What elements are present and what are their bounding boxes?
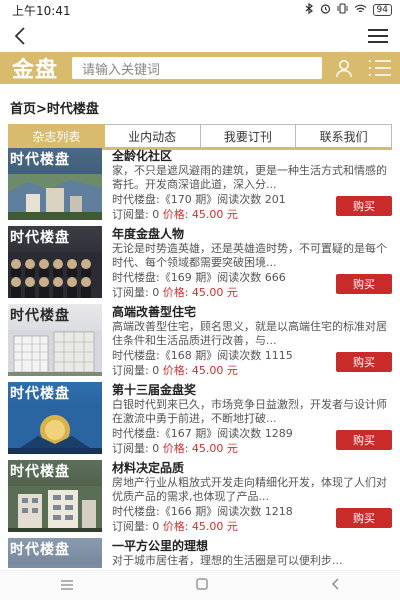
tab-magazine-list[interactable]: 杂志列表 (8, 124, 105, 148)
cover-masthead: 时代楼盘 (10, 542, 70, 558)
tab-industry-news[interactable]: 业内动态 (104, 124, 201, 148)
magazine-desc: 白银时代到来已久，市场竞争日益激烈，开发者与设计师在激流中勇于前进，不断地打破.… (112, 398, 387, 425)
price-value: 45.00 元 (191, 364, 238, 377)
list-item[interactable]: 时代楼盘 材料决定品质 房地产行业从粗放式开发走向精细化开发，体现了人们对优质产… (0, 458, 400, 536)
order-count: 订阅量: 0 (112, 442, 163, 455)
alarm-icon (320, 3, 331, 17)
price-label: 价格: (162, 208, 189, 221)
price-value: 45.00 元 (191, 442, 238, 455)
jinpan-logo: 金盘 (11, 57, 58, 83)
cover-masthead: 时代楼盘 (10, 386, 70, 402)
back-icon[interactable] (330, 576, 340, 595)
magazine-list: 时代楼盘 全龄化社区 家，不只是遮风避雨的建筑，更是一种生活方式和情感的寄托。开… (0, 146, 400, 568)
magazine-title: 年度金盘人物 (112, 227, 185, 241)
user-icon[interactable] (330, 55, 358, 81)
magazine-cover[interactable]: 时代楼盘 (8, 382, 102, 454)
list-item[interactable]: 时代楼盘 第十三届金盘奖 白银时代到来已久，市场竞争日益激烈，开发者与设计师在激… (0, 380, 400, 458)
status-icons: 94 (304, 2, 392, 17)
tab-subscribe[interactable]: 我要订刊 (200, 124, 297, 148)
buy-button[interactable]: 购买 (336, 508, 392, 528)
price-value: 45.00 元 (191, 208, 238, 221)
magazine-title: 材料决定品质 (112, 461, 185, 475)
buy-button[interactable]: 购买 (336, 196, 392, 216)
list-menu-icon[interactable] (366, 55, 394, 81)
cover-masthead: 时代楼盘 (10, 230, 70, 246)
list-item[interactable]: 时代楼盘 年度金盘人物 无论是时势造英雄，还是英雄造时势，不可置疑的是每个时代、… (0, 224, 400, 302)
magazine-desc: 高端改善型住宅，顾名思义，就是以高端住宅的标准对居住条件和生活品质进行改善，与.… (112, 320, 387, 347)
order-count: 订阅量: 0 (112, 286, 163, 299)
magazine-cover[interactable]: 时代楼盘 (8, 304, 102, 376)
buy-button[interactable]: 购买 (336, 274, 392, 294)
magazine-cover[interactable]: 时代楼盘 (8, 460, 102, 532)
magazine-title: 高端改善型住宅 (112, 305, 197, 319)
status-bar: 上午10:41 94 (0, 0, 400, 20)
price-label: 价格: (162, 442, 189, 455)
price-value: 45.00 元 (191, 286, 238, 299)
list-item[interactable]: 时代楼盘 全龄化社区 家，不只是遮风避雨的建筑，更是一种生活方式和情感的寄托。开… (0, 146, 400, 224)
price-label: 价格: (162, 364, 189, 377)
magazine-title: 全龄化社区 (112, 149, 173, 163)
brand-bar: 金盘 请输入关键词 (0, 52, 400, 84)
home-icon[interactable] (195, 576, 209, 595)
vibrate-icon (337, 3, 348, 17)
buy-button[interactable]: 购买 (336, 352, 392, 372)
order-count: 订阅量: 0 (112, 520, 163, 533)
cover-masthead: 时代楼盘 (10, 308, 70, 324)
bluetooth-icon (304, 2, 314, 17)
back-arrow-icon[interactable] (14, 24, 34, 48)
breadcrumb: 首页>时代楼盘 (10, 101, 99, 117)
menu-icon[interactable] (368, 29, 388, 43)
price-label: 价格: (162, 286, 189, 299)
status-time: 上午10:41 (12, 3, 71, 18)
nav-bar (0, 20, 400, 52)
list-item[interactable]: 时代楼盘 一平方公里的理想 对于城市居住者，理想的生活圈是可以便利步... (0, 536, 400, 568)
wifi-icon (354, 4, 367, 17)
recents-icon[interactable] (60, 576, 74, 595)
magazine-cover[interactable]: 时代楼盘 (8, 148, 102, 220)
order-count: 订阅量: 0 (112, 364, 163, 377)
search-input[interactable]: 请输入关键词 (72, 57, 322, 79)
list-item[interactable]: 时代楼盘 高端改善型住宅 高端改善型住宅，顾名思义，就是以高端住宅的标准对居住条… (0, 302, 400, 380)
tab-bar: 杂志列表 业内动态 我要订刊 联系我们 (8, 124, 392, 148)
price-value: 45.00 元 (191, 520, 238, 533)
battery-icon: 94 (372, 4, 392, 16)
magazine-cover[interactable]: 时代楼盘 (8, 226, 102, 298)
system-nav-bar (0, 570, 400, 600)
magazine-desc: 房地产行业从粗放式开发走向精细化开发，体现了人们对优质产品的需求,也体现了产品.… (112, 476, 387, 503)
magazine-desc: 家，不只是遮风避雨的建筑，更是一种生活方式和情感的寄托。开发商深谙此道，深入分.… (112, 164, 387, 191)
order-count: 订阅量: 0 (112, 208, 163, 221)
cover-masthead: 时代楼盘 (10, 152, 70, 168)
price-label: 价格: (162, 520, 189, 533)
tab-contact-us[interactable]: 联系我们 (296, 124, 392, 148)
magazine-title: 第十三届金盘奖 (112, 383, 197, 397)
cover-masthead: 时代楼盘 (10, 464, 70, 480)
magazine-desc: 对于城市居住者，理想的生活圈是可以便利步... (112, 554, 343, 567)
magazine-desc: 无论是时势造英雄，还是英雄造时势，不可置疑的是每个时代、每个领域都需要突破困境.… (112, 242, 387, 269)
magazine-title: 一平方公里的理想 (112, 539, 209, 553)
buy-button[interactable]: 购买 (336, 430, 392, 450)
magazine-cover[interactable]: 时代楼盘 (8, 538, 102, 568)
